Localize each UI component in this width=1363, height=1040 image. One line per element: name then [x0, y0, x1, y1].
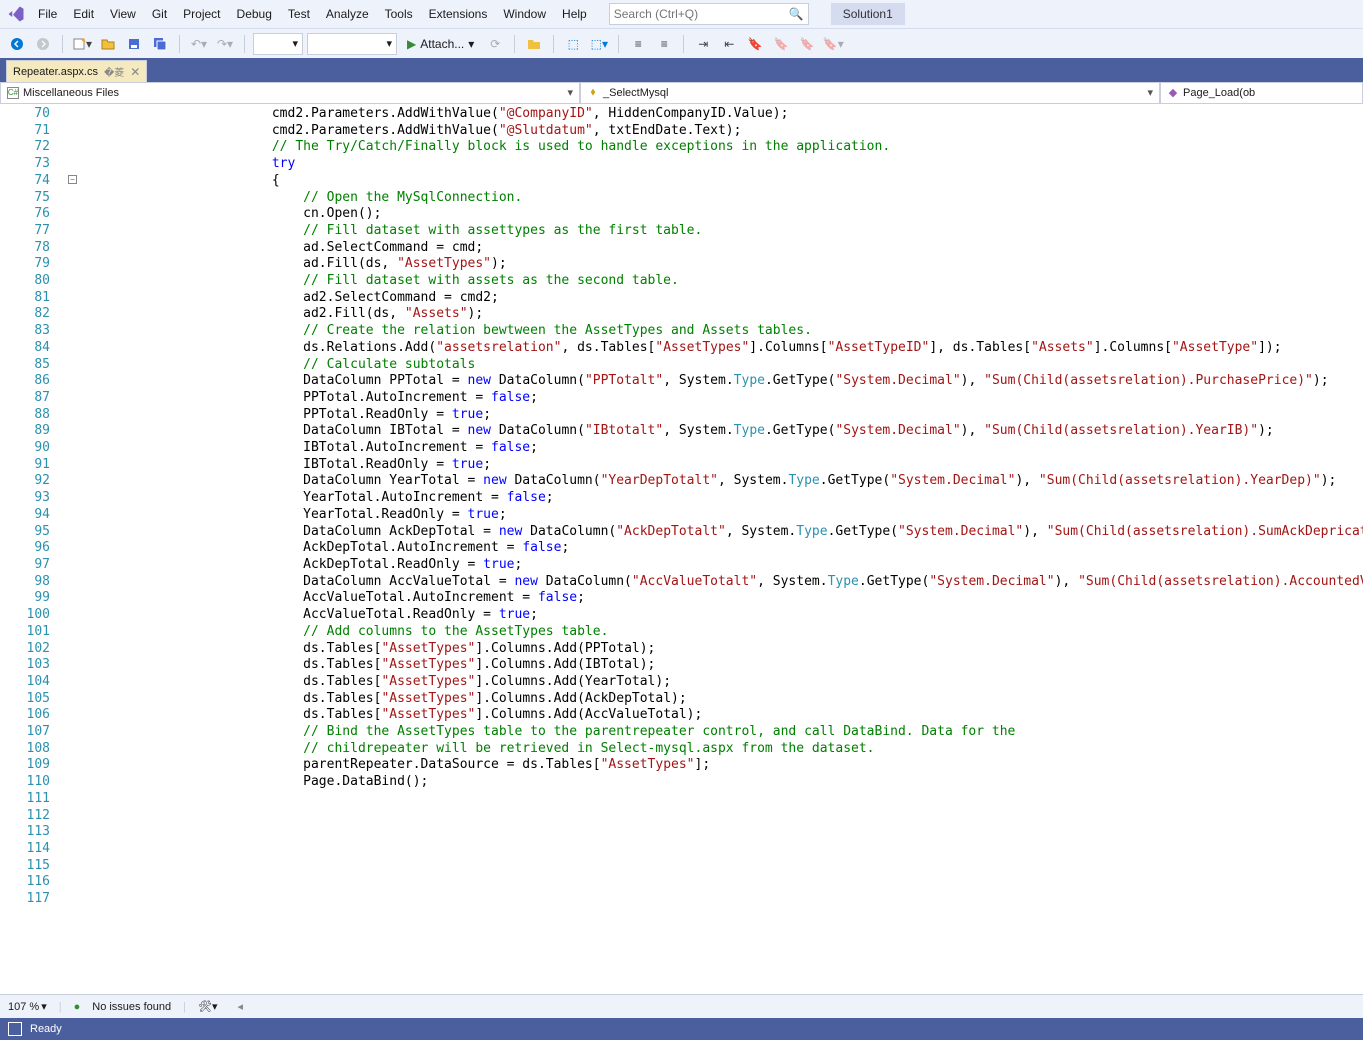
new-item-button[interactable]: ▾: [71, 33, 93, 55]
uncomment-button[interactable]: ≡: [653, 33, 675, 55]
toolbar: ▾ ↶▾ ↷▾ ▾ ▾ ▶ Attach... ▾ ⟳ ⬚ ⬚▾ ≡ ≡ ⇥ ⇤…: [0, 28, 1363, 58]
menu-view[interactable]: View: [102, 3, 144, 25]
comment-button[interactable]: ≡: [627, 33, 649, 55]
menu-extensions[interactable]: Extensions: [421, 3, 496, 25]
pin-icon[interactable]: �菱: [104, 64, 124, 79]
class-icon: ⬧: [587, 87, 599, 99]
status-bar: Ready: [0, 1018, 1363, 1040]
menu-edit[interactable]: Edit: [65, 3, 102, 25]
editor-status-bar: 107 % ▾ | ● No issues found | 🛠▾ ◂: [0, 994, 1363, 1018]
find-in-files-button[interactable]: [523, 33, 545, 55]
save-button[interactable]: [123, 33, 145, 55]
screwdriver-icon[interactable]: 🛠▾: [198, 1000, 218, 1013]
issues-label: No issues found: [92, 1001, 171, 1013]
solution-dropdown[interactable]: Solution1: [831, 3, 905, 25]
member-dropdown[interactable]: ◆ Page_Load(ob: [1160, 82, 1363, 104]
menu-bar: FileEditViewGitProjectDebugTestAnalyzeTo…: [0, 0, 1363, 28]
status-ready: Ready: [30, 1023, 62, 1035]
search-box[interactable]: 🔍: [609, 3, 809, 25]
menu-file[interactable]: File: [30, 3, 65, 25]
document-tab[interactable]: Repeater.aspx.cs �菱 ✕: [6, 60, 147, 82]
next-bookmark-button: 🔖: [796, 33, 818, 55]
open-file-button[interactable]: [97, 33, 119, 55]
zoom-dropdown[interactable]: 107 % ▾: [8, 1000, 47, 1013]
line-number-gutter: 7071727374757677787980818283848586878889…: [0, 104, 64, 994]
window-icon[interactable]: [8, 1022, 22, 1036]
platform-dropdown[interactable]: ▾: [307, 33, 397, 55]
outdent-button[interactable]: ⇤: [718, 33, 740, 55]
code-editor[interactable]: 7071727374757677787980818283848586878889…: [0, 104, 1363, 994]
undo-button: ↶▾: [188, 33, 210, 55]
play-icon: ▶: [407, 37, 416, 51]
menu-help[interactable]: Help: [554, 3, 595, 25]
code-content[interactable]: cmd2.Parameters.AddWithValue("@CompanyID…: [84, 104, 1363, 994]
close-tab-icon[interactable]: ✕: [130, 65, 140, 79]
step-over-button[interactable]: ⬚▾: [588, 33, 610, 55]
menu-analyze[interactable]: Analyze: [318, 3, 377, 25]
menu-tools[interactable]: Tools: [377, 3, 421, 25]
config-dropdown[interactable]: ▾: [253, 33, 303, 55]
back-button[interactable]: [6, 33, 28, 55]
menu-debug[interactable]: Debug: [229, 3, 280, 25]
attach-button[interactable]: ▶ Attach... ▾: [401, 33, 480, 55]
project-dropdown[interactable]: C# Miscellaneous Files▾: [0, 82, 580, 104]
search-input[interactable]: [614, 7, 789, 21]
indent-button[interactable]: ⇥: [692, 33, 714, 55]
save-all-button[interactable]: [149, 33, 171, 55]
browser-link-button: ⟳: [484, 33, 506, 55]
class-dropdown[interactable]: ⬧ _SelectMysql▾: [580, 82, 1160, 104]
ok-icon: ●: [74, 1001, 81, 1013]
bookmark-button[interactable]: 🔖: [744, 33, 766, 55]
csharp-icon: C#: [7, 87, 19, 99]
fold-toggle[interactable]: −: [68, 175, 77, 184]
menu-test[interactable]: Test: [280, 3, 318, 25]
search-icon[interactable]: 🔍: [789, 7, 804, 21]
menu-window[interactable]: Window: [495, 3, 554, 25]
attach-label: Attach...: [420, 37, 464, 51]
menu-project[interactable]: Project: [175, 3, 228, 25]
step-into-button[interactable]: ⬚: [562, 33, 584, 55]
vs-logo-icon: [4, 2, 28, 26]
prev-bookmark-button: 🔖: [770, 33, 792, 55]
navigation-bar: C# Miscellaneous Files▾ ⬧ _SelectMysql▾ …: [0, 82, 1363, 104]
document-tabstrip: Repeater.aspx.cs �菱 ✕: [0, 58, 1363, 82]
clear-bookmarks-button: 🔖▾: [822, 33, 844, 55]
scroll-left-icon[interactable]: ◂: [238, 1000, 244, 1013]
tab-filename: Repeater.aspx.cs: [13, 66, 98, 78]
redo-button: ↷▾: [214, 33, 236, 55]
fold-column[interactable]: −: [64, 104, 84, 994]
forward-button: [32, 33, 54, 55]
menu-git[interactable]: Git: [144, 3, 175, 25]
method-icon: ◆: [1167, 87, 1179, 99]
